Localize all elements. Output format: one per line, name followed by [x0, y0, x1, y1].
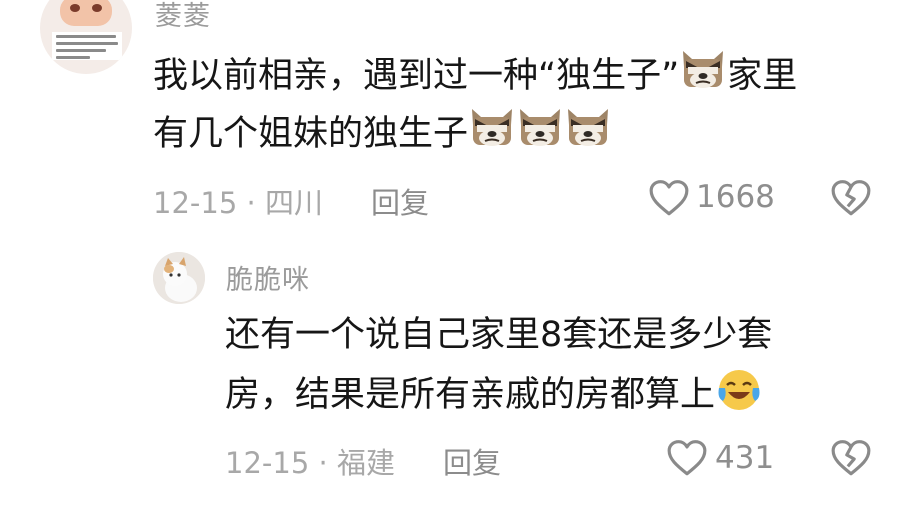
heart-outline-icon[interactable]	[648, 179, 690, 217]
avatar-caption	[52, 32, 122, 60]
dog-face-emoji-icon	[565, 107, 611, 149]
reply-meta: 12-15 · 福建	[225, 440, 395, 482]
like-count: 1668	[696, 179, 775, 215]
broken-heart-icon[interactable]	[830, 439, 872, 477]
dog-face-emoji-icon	[469, 107, 515, 149]
meta-separator: ·	[318, 446, 328, 480]
dog-face-emoji-icon	[680, 49, 726, 91]
cat-avatar-icon	[153, 252, 205, 304]
reply-location: 福建	[336, 446, 395, 480]
avatar-face	[60, 0, 112, 26]
comment-date: 12-15	[153, 186, 238, 220]
broken-heart-icon[interactable]	[830, 179, 872, 217]
reply-date: 12-15	[225, 446, 310, 480]
crying-laughing-emoji-icon	[717, 368, 761, 412]
reply-text-line2-text: 房，结果是所有亲戚的房都算上	[225, 375, 716, 415]
reply-username[interactable]: 脆脆咪	[226, 258, 310, 297]
dog-face-emoji-icon	[517, 107, 563, 149]
comment-text-line2-text: 有几个姐妹的独生子	[153, 114, 469, 154]
comment-text-line1-prefix: 我以前相亲，遇到过一种“独生子”	[153, 56, 680, 96]
avatar[interactable]	[153, 252, 205, 304]
heart-outline-icon[interactable]	[666, 439, 708, 477]
reply-button[interactable]: 回复	[371, 180, 429, 222]
meta-separator: ·	[246, 186, 256, 220]
comment-text-line1-suffix: 家里	[727, 56, 798, 96]
comment-text-line2: 有几个姐妹的独生子	[153, 106, 612, 163]
comment-text: 我以前相亲，遇到过一种“独生子” 家里	[153, 48, 797, 105]
comment-username[interactable]: 菱菱	[155, 0, 211, 33]
reply-text-line2: 房，结果是所有亲戚的房都算上	[225, 367, 761, 424]
reply-button[interactable]: 回复	[443, 440, 501, 482]
reply-text-line1: 还有一个说自己家里8套还是多少套	[225, 315, 773, 355]
comment-location: 四川	[264, 186, 323, 220]
avatar[interactable]	[40, 0, 132, 74]
like-count: 431	[715, 440, 775, 476]
comment-meta: 12-15 · 四川	[153, 180, 323, 222]
